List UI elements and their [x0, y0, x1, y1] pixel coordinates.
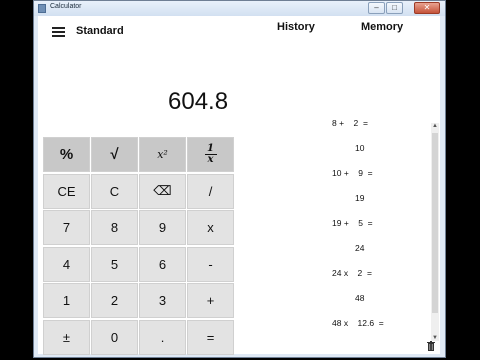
- maximize-button[interactable]: □: [386, 2, 403, 14]
- backspace-button[interactable]: ⌫: [139, 173, 186, 209]
- negate-button[interactable]: ±: [43, 319, 90, 355]
- equals-button[interactable]: =: [187, 319, 234, 355]
- digit-8-button[interactable]: 8: [91, 210, 138, 245]
- calculator-app-icon: [38, 4, 46, 13]
- scroll-thumb[interactable]: [432, 133, 438, 313]
- digit-2-button[interactable]: 2: [91, 283, 138, 318]
- digit-1-button[interactable]: 1: [43, 283, 90, 318]
- window-title: Calculator: [50, 3, 82, 10]
- history-result[interactable]: 19: [355, 193, 364, 203]
- sqrt-button[interactable]: √: [91, 137, 138, 172]
- calculator-window: Calculator – □ ✕ Standard History Memory…: [33, 0, 446, 358]
- digit-7-button[interactable]: 7: [43, 210, 90, 245]
- add-button[interactable]: +: [187, 283, 234, 318]
- reciprocal-button[interactable]: 1x: [187, 137, 234, 172]
- clear-button[interactable]: C: [91, 173, 138, 209]
- mode-title: Standard: [76, 25, 124, 37]
- keypad: % √ x² 1 x CE C ⌫/ 7 8 9 x 4 5 6- 1 2 3 + ±0. =: [43, 137, 235, 355]
- history-scrollbar[interactable]: ▲ ▼: [431, 123, 439, 341]
- digit-0-button[interactable]: 0: [91, 319, 138, 355]
- digit-3-button[interactable]: 3: [139, 283, 186, 318]
- history-result[interactable]: 48: [355, 293, 364, 303]
- digit-5-button[interactable]: 5: [91, 246, 138, 282]
- history-expression[interactable]: 24 x 2 =: [332, 268, 372, 278]
- history-result[interactable]: 10: [355, 143, 364, 153]
- minimize-button[interactable]: –: [368, 2, 385, 14]
- decimal-button[interactable]: .: [139, 319, 186, 355]
- digit-9-button[interactable]: 9: [139, 210, 186, 245]
- trash-icon[interactable]: [427, 341, 435, 351]
- digit-6-button[interactable]: 6: [139, 246, 186, 282]
- subtract-button[interactable]: -: [187, 246, 234, 282]
- history-expression[interactable]: 8 + 2 =: [332, 118, 368, 128]
- title-bar[interactable]: Calculator – □ ✕: [34, 1, 445, 16]
- close-button[interactable]: ✕: [414, 2, 440, 14]
- divide-button[interactable]: /: [187, 173, 234, 209]
- clear-entry-button[interactable]: CE: [43, 173, 90, 209]
- history-expression[interactable]: 19 + 5 =: [332, 218, 373, 228]
- result-display: 604.8: [168, 88, 229, 115]
- history-result[interactable]: 24: [355, 243, 364, 253]
- square-button[interactable]: x²: [139, 137, 186, 172]
- hamburger-icon[interactable]: [52, 27, 65, 37]
- history-expression[interactable]: 48 x 12.6 =: [332, 318, 384, 328]
- digit-4-button[interactable]: 4: [43, 246, 90, 282]
- percent-button[interactable]: %: [43, 137, 90, 172]
- tab-memory[interactable]: Memory: [361, 21, 403, 33]
- calculator-body: Standard History Memory 604.8 % √ x² 1 x CE C ⌫…: [38, 16, 440, 355]
- multiply-button[interactable]: x: [187, 210, 234, 245]
- scroll-up-icon[interactable]: ▲: [431, 123, 439, 129]
- history-expression[interactable]: 10 + 9 =: [332, 168, 373, 178]
- tab-history[interactable]: History: [277, 21, 315, 33]
- history-list: 8 + 2 = 10 10 + 9 = 19 19 + 5 = 24 24 x 2 = 48 4…: [328, 116, 428, 346]
